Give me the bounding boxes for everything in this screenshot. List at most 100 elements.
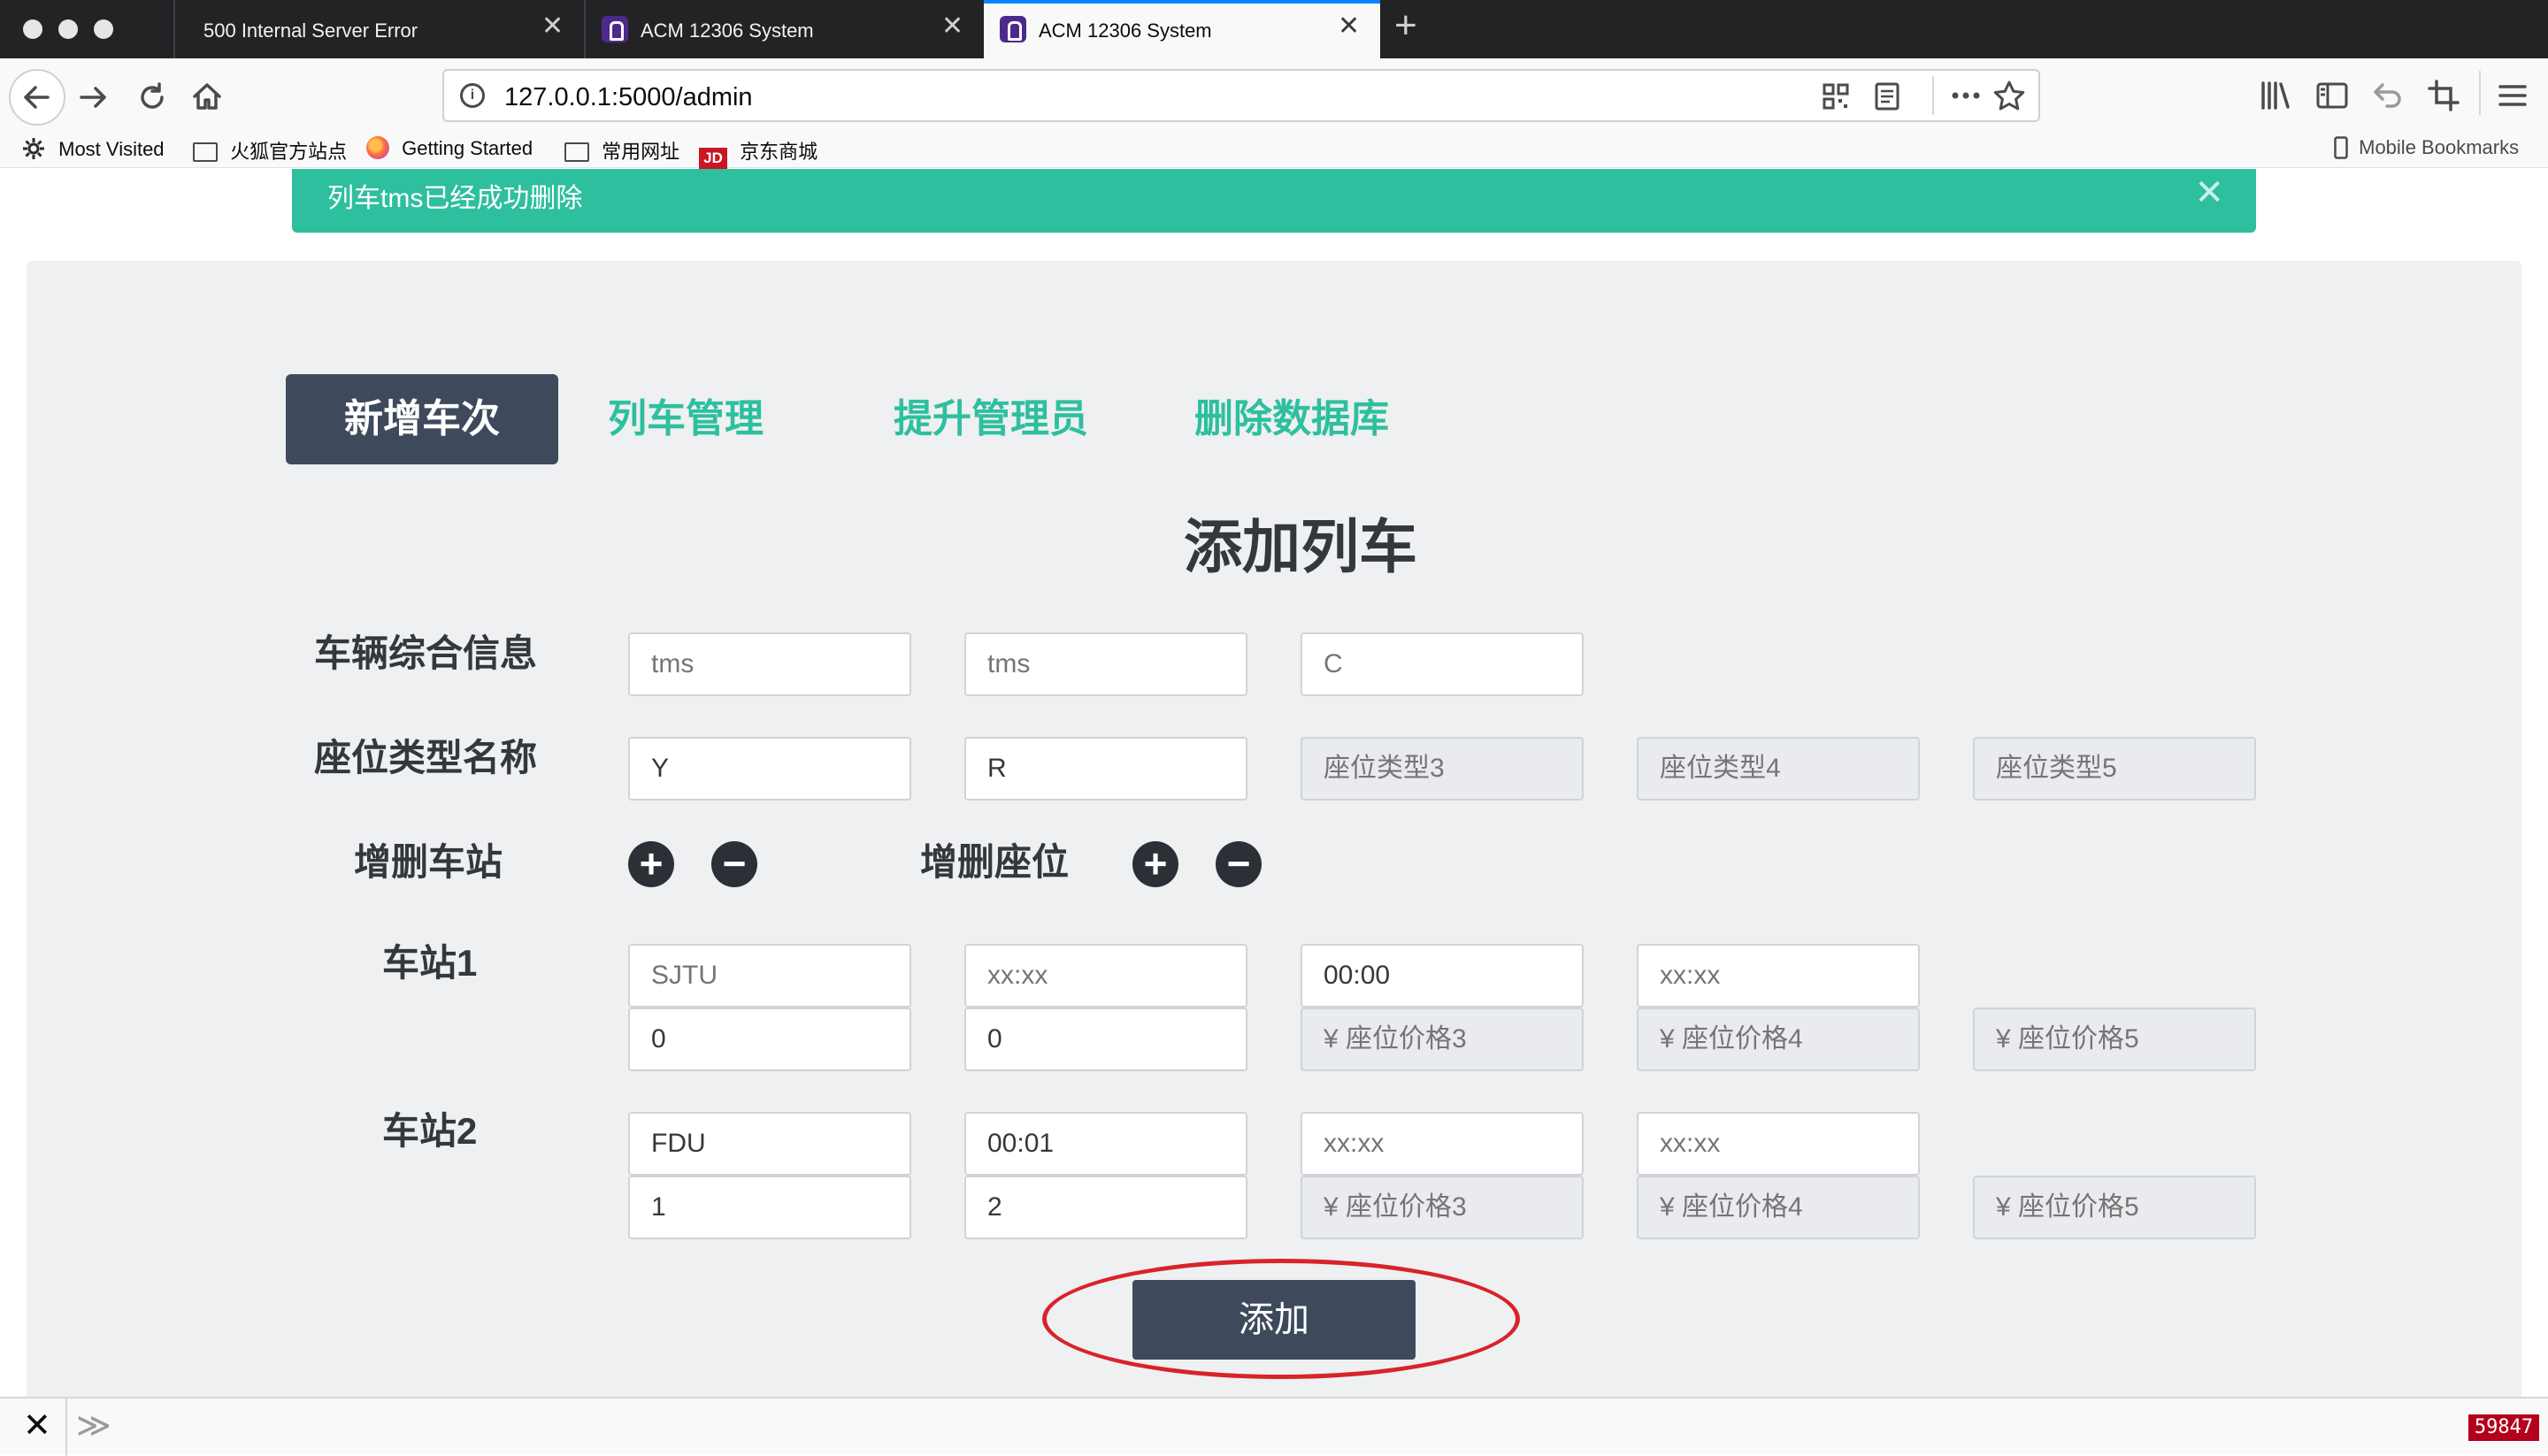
station-1-price-5-input[interactable] [1973, 1008, 2256, 1071]
tab-500-error[interactable]: 500 Internal Server Error ✕ [175, 0, 584, 58]
station-2-price-5-input[interactable] [1973, 1176, 2256, 1239]
bar-separator [65, 1399, 67, 1456]
tab-acm-12306-active[interactable]: ACM 12306 System ✕ [984, 0, 1380, 58]
firefox-icon [366, 136, 389, 159]
station-1-arrive-input[interactable] [964, 944, 1247, 1008]
page-content: 列车tms已经成功删除 ✕ 新增车次 列车管理 提升管理员 删除数据库 添加列车… [0, 169, 2548, 1397]
window-close-button[interactable] [23, 19, 42, 39]
jd-icon: JD [699, 148, 727, 171]
station-1-depart-input[interactable] [1301, 944, 1584, 1008]
reload-icon[interactable] [133, 78, 172, 117]
folder-icon [564, 142, 589, 162]
success-alert: 列车tms已经成功删除 ✕ [292, 169, 2256, 233]
qr-code-icon[interactable] [1823, 83, 1849, 110]
station-2-price-1-input[interactable] [628, 1176, 911, 1239]
tab-promote-admin[interactable]: 提升管理员 [858, 374, 1124, 464]
tab-acm-12306-1[interactable]: ACM 12306 System ✕ [586, 0, 984, 58]
station-2-price-3-input[interactable] [1301, 1176, 1584, 1239]
crop-screenshot-icon[interactable] [2426, 78, 2461, 113]
add-station-button[interactable]: + [628, 841, 674, 887]
station-2-price-4-input[interactable] [1637, 1176, 1920, 1239]
back-button[interactable] [9, 69, 65, 126]
station-1-label: 车站1 [382, 942, 478, 984]
bookmark-star-icon[interactable] [1992, 80, 2026, 113]
window-minimize-button[interactable] [58, 19, 78, 39]
bookmark-common-sites[interactable]: 常用网址 [564, 136, 679, 165]
train-info-label: 车辆综合信息 [314, 632, 538, 674]
counter-badge: 59847 [2468, 1414, 2539, 1441]
url-text[interactable]: 127.0.0.1:5000/admin [504, 83, 753, 112]
page-actions-icon[interactable] [1948, 80, 1984, 111]
new-tab-button[interactable]: + [1394, 4, 1417, 48]
bookmark-firefox-official[interactable]: 火狐官方站点 [193, 136, 347, 165]
add-seat-button[interactable]: + [1132, 841, 1178, 887]
tab-close-icon[interactable]: ✕ [941, 11, 963, 42]
url-bar[interactable]: i 127.0.0.1:5000/admin [442, 69, 2040, 122]
undo-icon[interactable] [2369, 78, 2405, 113]
tab-add-train[interactable]: 新增车次 [286, 374, 558, 464]
acm-favicon-icon [1000, 16, 1026, 42]
window-zoom-button[interactable] [94, 19, 113, 39]
alert-close-icon[interactable]: ✕ [2194, 172, 2224, 213]
station-2-name-input[interactable] [628, 1112, 911, 1176]
bookmark-mobile[interactable]: Mobile Bookmarks [2334, 136, 2519, 159]
station-1-stopover-input[interactable] [1637, 944, 1920, 1008]
reader-view-icon[interactable] [1872, 81, 1902, 111]
bookmark-most-visited[interactable]: Most Visited [21, 136, 165, 161]
forward-arrow-icon[interactable] [74, 78, 113, 117]
seat-type-label: 座位类型名称 [314, 737, 538, 778]
tab-close-icon[interactable]: ✕ [1338, 11, 1360, 42]
bookmark-jd[interactable]: JD 京东商城 [699, 136, 817, 171]
tab-title: 500 Internal Server Error [203, 19, 418, 42]
bookmark-label: 京东商城 [740, 141, 818, 163]
gear-icon [23, 138, 44, 159]
seat-type-2-input[interactable] [964, 737, 1247, 801]
bookmarks-toolbar: Most Visited 火狐官方站点 Getting Started 常用网址… [0, 129, 2548, 171]
library-icon[interactable] [2258, 78, 2293, 113]
acm-favicon-icon [602, 16, 628, 42]
station-2-arrive-input[interactable] [964, 1112, 1247, 1176]
seat-type-5-input[interactable] [1973, 737, 2256, 801]
remove-station-button[interactable]: − [711, 841, 757, 887]
tab-delete-database[interactable]: 删除数据库 [1159, 374, 1424, 464]
home-icon[interactable] [188, 78, 226, 117]
station-2-depart-input[interactable] [1301, 1112, 1584, 1176]
remove-seat-button[interactable]: − [1216, 841, 1262, 887]
station-1-name-input[interactable] [628, 944, 911, 1008]
site-info-icon[interactable]: i [460, 83, 485, 108]
back-arrow-icon [24, 86, 50, 109]
station-1-price-4-input[interactable] [1637, 1008, 1920, 1071]
station-2-price-2-input[interactable] [964, 1176, 1247, 1239]
tab-close-icon[interactable]: ✕ [541, 11, 564, 42]
seat-type-1-input[interactable] [628, 737, 911, 801]
tab-title: ACM 12306 System [641, 19, 814, 42]
bookmark-getting-started[interactable]: Getting Started [366, 136, 533, 160]
tab-train-management[interactable]: 列车管理 [575, 374, 796, 464]
station-1-price-3-input[interactable] [1301, 1008, 1584, 1071]
hamburger-menu-icon[interactable] [2495, 78, 2530, 113]
station-1-price-2-input[interactable] [964, 1008, 1247, 1071]
station-2-label: 车站2 [382, 1110, 478, 1152]
bookmark-label: Mobile Bookmarks [2359, 136, 2520, 158]
sidebar-icon[interactable] [2314, 78, 2350, 113]
station-edit-label: 增删车站 [354, 841, 503, 883]
station-1-price-1-input[interactable] [628, 1008, 911, 1071]
station-2-stopover-input[interactable] [1637, 1112, 1920, 1176]
bookmark-label: Getting Started [402, 137, 533, 159]
seat-type-4-input[interactable] [1637, 737, 1920, 801]
expand-chevron-icon[interactable]: ≫ [76, 1406, 111, 1445]
close-icon[interactable]: ✕ [23, 1406, 51, 1445]
train-name-input[interactable] [964, 632, 1247, 696]
toolbar-separator [2479, 71, 2481, 115]
bookmark-label: 常用网址 [602, 141, 680, 163]
navigation-toolbar: i 127.0.0.1:5000/admin [0, 58, 2548, 138]
form-title: 添加列车 [1184, 514, 1417, 579]
bookmark-label: 火狐官方站点 [230, 141, 348, 163]
seat-edit-label: 增删座位 [920, 841, 1070, 883]
mobile-icon [2334, 136, 2348, 159]
folder-icon [193, 142, 218, 162]
admin-panel: 新增车次 列车管理 提升管理员 删除数据库 添加列车 车辆综合信息 座位类型名称… [27, 261, 2521, 1397]
seat-type-3-input[interactable] [1301, 737, 1584, 801]
train-id-input[interactable] [628, 632, 911, 696]
train-catalog-input[interactable] [1301, 632, 1584, 696]
